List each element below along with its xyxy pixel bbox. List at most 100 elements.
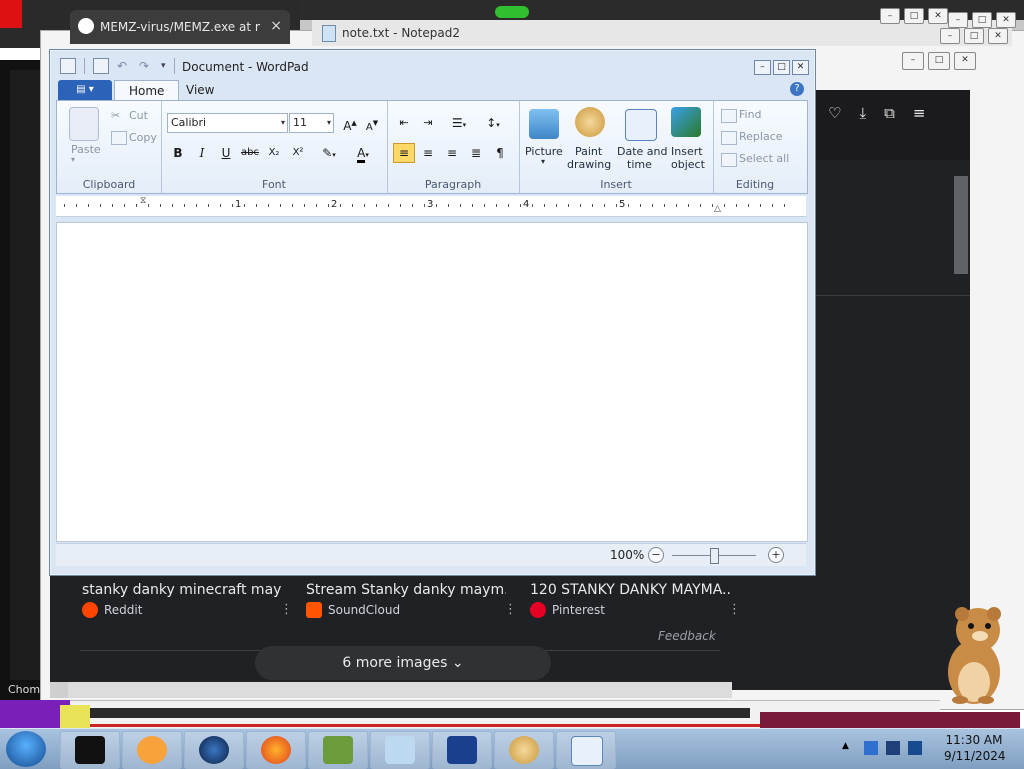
- taskbar-app-cmd[interactable]: [60, 731, 120, 769]
- line-spacing-button[interactable]: ↕▾: [477, 113, 509, 133]
- insert-object-label-1[interactable]: Insert: [671, 145, 703, 158]
- picture-dropdown-icon[interactable]: ▾: [541, 157, 545, 166]
- image-result-3[interactable]: 120 STANKY DANKY MAYMA... Pinterest ⋮: [530, 582, 741, 622]
- align-right-button[interactable]: ≡: [441, 143, 463, 163]
- image-result-2[interactable]: Stream Stanky danky maym... SoundCloud ⋮: [306, 582, 517, 622]
- customize-qat-icon[interactable]: ▾: [161, 61, 166, 71]
- date-time-label-1[interactable]: Date and: [617, 145, 667, 158]
- redo-icon[interactable]: ↷: [139, 59, 153, 73]
- first-line-indent-marker[interactable]: ⧖: [140, 196, 146, 206]
- minimize-icon[interactable]: –: [880, 8, 900, 24]
- feedback-link[interactable]: Feedback: [658, 629, 716, 643]
- highlight-color-button[interactable]: ✎▾: [313, 143, 345, 163]
- paint-drawing-label-2[interactable]: drawing: [567, 158, 611, 171]
- paint-drawing-label-1[interactable]: Paint: [575, 145, 602, 158]
- close-icon[interactable]: ✕: [988, 28, 1008, 44]
- maximize-icon[interactable]: □: [964, 28, 984, 44]
- subscript-button[interactable]: X₂: [263, 143, 285, 163]
- close-icon[interactable]: ✕: [792, 60, 809, 75]
- more-images-label: 6 more images: [342, 655, 448, 671]
- insert-object-label-2[interactable]: object: [671, 158, 705, 171]
- right-indent-marker[interactable]: △: [714, 204, 721, 214]
- grow-font-button[interactable]: A▲: [339, 113, 361, 133]
- more-options-icon[interactable]: ⋮: [280, 602, 293, 617]
- menu-icon[interactable]: ≡: [913, 104, 926, 122]
- taskbar-app-globe[interactable]: [184, 731, 244, 769]
- download-icon[interactable]: ⤓: [859, 104, 866, 122]
- maximize-icon[interactable]: □: [972, 12, 992, 28]
- font-size-select[interactable]: 11 ▾: [289, 113, 334, 133]
- help-icon[interactable]: ?: [790, 82, 804, 96]
- more-images-button[interactable]: 6 more images ⌄: [255, 646, 551, 680]
- superscript-button[interactable]: X²: [287, 143, 309, 163]
- start-button[interactable]: [6, 731, 46, 767]
- select-all-button[interactable]: Select all: [739, 152, 789, 165]
- find-button[interactable]: Find: [739, 108, 762, 121]
- align-left-button[interactable]: ≡: [393, 143, 415, 163]
- underline-button[interactable]: U: [215, 143, 237, 163]
- clock[interactable]: 11:30 AM 9/11/2024: [944, 732, 1006, 764]
- tray-app-icon[interactable]: [864, 741, 878, 755]
- minimize-icon[interactable]: –: [940, 28, 960, 44]
- text-color-button[interactable]: A▾: [347, 143, 379, 163]
- horizontal-scrollbar[interactable]: [68, 682, 732, 698]
- pocket-icon[interactable]: ♡: [828, 104, 841, 122]
- tray-expand-icon[interactable]: ▲: [842, 741, 856, 755]
- maximize-icon[interactable]: □: [773, 60, 790, 75]
- date-time-label-2[interactable]: time: [627, 158, 652, 171]
- align-center-button[interactable]: ≡: [417, 143, 439, 163]
- cut-button[interactable]: Cut: [129, 109, 148, 122]
- replace-button[interactable]: Replace: [739, 130, 783, 143]
- taskbar-app-device[interactable]: [432, 731, 492, 769]
- taskbar-app-paint[interactable]: [494, 731, 554, 769]
- undo-icon[interactable]: ↶: [117, 59, 131, 73]
- close-icon[interactable]: ✕: [928, 8, 948, 24]
- italic-button[interactable]: I: [191, 143, 213, 163]
- paste-dropdown-icon[interactable]: ▾: [71, 155, 75, 164]
- more-options-icon[interactable]: ⋮: [504, 602, 517, 617]
- tab-home[interactable]: Home: [114, 80, 180, 101]
- application-menu-button[interactable]: ▤ ▾: [58, 80, 112, 100]
- shrink-font-button[interactable]: A▼: [361, 113, 383, 133]
- taskbar-app-game[interactable]: [308, 731, 368, 769]
- ruler-tick: [484, 204, 485, 207]
- taskbar-app-media[interactable]: [122, 731, 182, 769]
- bullets-button[interactable]: ☰▾: [443, 113, 475, 133]
- tab-view[interactable]: View: [172, 80, 228, 100]
- font-family-select[interactable]: Calibri ▾: [167, 113, 288, 133]
- close-icon[interactable]: ✕: [996, 12, 1016, 28]
- bold-button[interactable]: B: [167, 143, 189, 163]
- maximize-icon[interactable]: □: [904, 8, 924, 24]
- decrease-indent-button[interactable]: ⇤: [393, 113, 415, 133]
- taskbar-app-notepad[interactable]: [370, 731, 430, 769]
- image-result-1[interactable]: stanky danky minecraft may ... Reddit ⋮: [82, 582, 293, 622]
- justify-button[interactable]: ≣: [465, 143, 487, 163]
- minimize-icon[interactable]: –: [902, 52, 924, 70]
- close-icon[interactable]: ✕: [954, 52, 976, 70]
- wordpad-titlebar[interactable]: ↶ ↷ ▾ Document - WordPad – □ ✕: [50, 50, 815, 80]
- minimize-icon[interactable]: –: [754, 60, 771, 75]
- vertical-scrollbar-thumb[interactable]: [954, 176, 968, 274]
- browser-tab[interactable]: MEMZ-virus/MEMZ.exe at mai ×: [70, 10, 290, 44]
- paste-button[interactable]: Paste: [71, 143, 101, 156]
- network-icon[interactable]: [886, 741, 900, 755]
- minimize-icon[interactable]: –: [948, 12, 968, 28]
- zoom-out-button[interactable]: −: [648, 547, 664, 563]
- scroll-left-button[interactable]: [50, 682, 68, 698]
- taskbar-app-firefox[interactable]: [246, 731, 306, 769]
- ruler[interactable]: 1 2 3 4 5 ⧖ △: [56, 196, 806, 217]
- copy-button[interactable]: Copy: [129, 131, 157, 144]
- zoom-slider-thumb[interactable]: [710, 548, 719, 564]
- document-area[interactable]: [56, 222, 808, 542]
- maximize-icon[interactable]: □: [928, 52, 950, 70]
- paragraph-dialog-button[interactable]: ¶: [489, 143, 511, 163]
- extensions-icon[interactable]: ⧉: [884, 104, 895, 122]
- save-icon[interactable]: [93, 58, 109, 74]
- more-options-icon[interactable]: ⋮: [728, 602, 741, 617]
- taskbar-app-wordpad[interactable]: [556, 731, 616, 769]
- close-tab-icon[interactable]: ×: [270, 18, 282, 34]
- volume-icon[interactable]: [908, 741, 922, 755]
- zoom-in-button[interactable]: +: [768, 547, 784, 563]
- increase-indent-button[interactable]: ⇥: [417, 113, 439, 133]
- strikethrough-button[interactable]: abc: [239, 143, 261, 163]
